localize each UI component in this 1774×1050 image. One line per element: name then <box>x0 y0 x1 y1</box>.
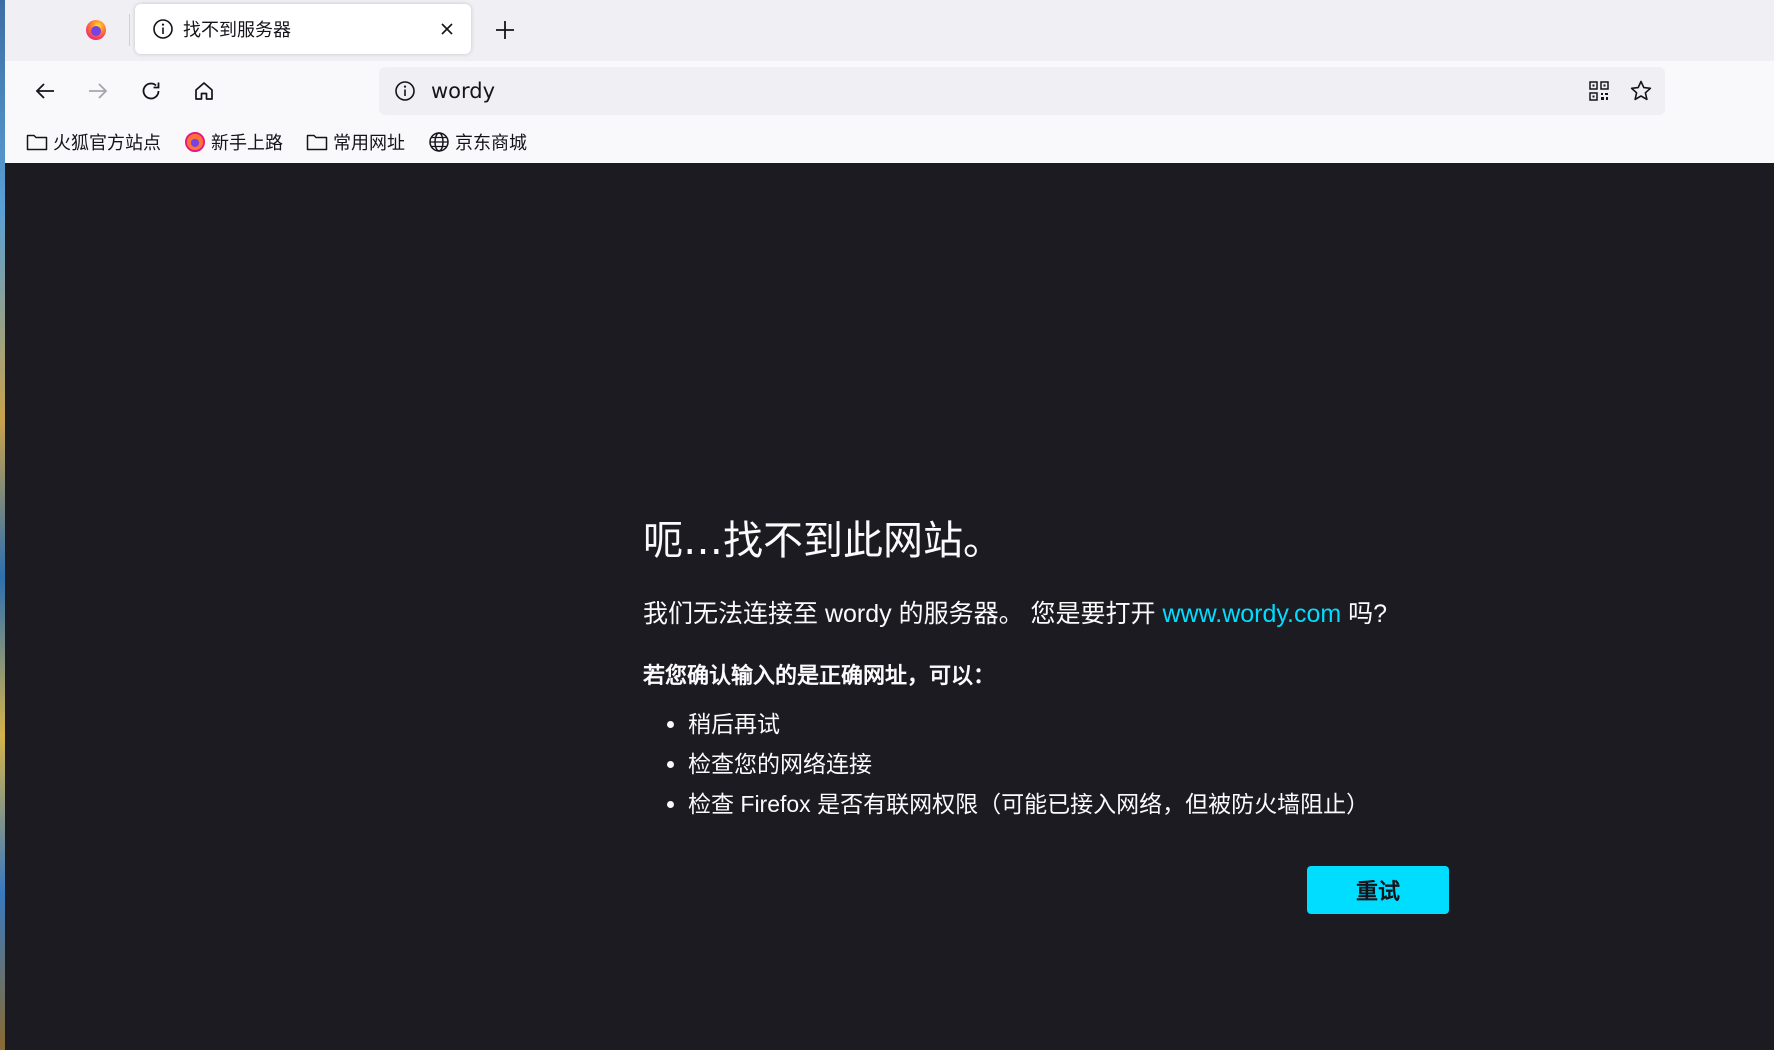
address-bar[interactable] <box>379 67 1665 115</box>
error-page: 呃…找不到此网站。 我们无法连接至 wordy 的服务器。 您是要打开 www.… <box>5 163 1774 1050</box>
firefox-icon <box>86 20 106 40</box>
list-item: 检查您的网络连接 <box>688 750 1463 779</box>
bookmark-jd-mall[interactable]: 京东商城 <box>421 126 533 158</box>
bookmark-label: 常用网址 <box>333 133 405 153</box>
error-description: 我们无法连接至 wordy 的服务器。 您是要打开 www.wordy.com … <box>643 594 1463 630</box>
folder-icon <box>25 130 49 154</box>
star-icon <box>1630 80 1652 101</box>
forward-button[interactable] <box>80 73 116 109</box>
browser-window: 找不到服务器 wordy 火狐官方站点 新手上路 常用网址 京东商城 呃…找不到… <box>5 0 1774 1050</box>
error-description-prefix: 我们无法连接至 wordy 的服务器。 您是要打开 <box>643 600 1163 628</box>
error-description-suffix: 吗? <box>1341 600 1388 628</box>
bookmark-getting-started[interactable]: 新手上路 <box>177 126 289 158</box>
navigation-toolbar <box>5 61 1774 121</box>
arrow-left-icon <box>35 83 54 99</box>
error-container: 呃…找不到此网站。 我们无法连接至 wordy 的服务器。 您是要打开 www.… <box>643 508 1463 830</box>
bookmark-star-button[interactable] <box>1623 73 1659 109</box>
bookmark-label: 京东商城 <box>455 133 527 153</box>
qr-code-button[interactable] <box>1581 73 1617 109</box>
bookmark-folder-firefox-sites[interactable]: 火狐官方站点 <box>19 126 167 158</box>
bookmarks-toolbar: 火狐官方站点 新手上路 常用网址 京东商城 <box>5 121 1774 163</box>
reload-button[interactable] <box>133 73 169 109</box>
folder-icon <box>305 130 329 154</box>
tab-strip: 找不到服务器 <box>5 0 1774 61</box>
list-item: 检查 Firefox 是否有联网权限（可能已接入网络，但被防火墙阻止） <box>688 790 1463 819</box>
home-button[interactable] <box>186 73 222 109</box>
site-info-button[interactable] <box>391 77 419 105</box>
arrow-right-icon <box>89 83 108 99</box>
info-icon <box>395 81 415 101</box>
plus-icon <box>496 21 514 39</box>
error-subheading: 若您确认输入的是正确网址，可以： <box>643 663 996 688</box>
firefox-icon <box>183 130 207 154</box>
list-item: 稍后再试 <box>688 710 1463 739</box>
tab-active[interactable]: 找不到服务器 <box>135 4 471 54</box>
bookmark-label: 火狐官方站点 <box>53 133 161 153</box>
home-icon <box>195 82 213 100</box>
info-icon <box>151 17 175 41</box>
new-tab-button[interactable] <box>487 12 523 48</box>
retry-button[interactable]: 重试 <box>1307 866 1449 914</box>
bookmark-folder-common-sites[interactable]: 常用网址 <box>299 126 411 158</box>
close-tab-button[interactable] <box>431 13 463 45</box>
error-title: 呃…找不到此网站。 <box>643 518 1003 564</box>
back-button[interactable] <box>27 73 63 109</box>
close-icon <box>441 23 453 35</box>
suggestion-list: 稍后再试 检查您的网络连接 检查 Firefox 是否有联网权限（可能已接入网络… <box>643 710 1463 819</box>
tab-separator <box>129 14 130 46</box>
bookmark-label: 新手上路 <box>211 133 283 153</box>
suggested-url-link[interactable]: www.wordy.com <box>1162 600 1341 628</box>
pinned-tab-firefox[interactable] <box>53 6 139 54</box>
globe-icon <box>427 130 451 154</box>
tab-title: 找不到服务器 <box>183 20 291 40</box>
reload-icon <box>142 82 160 100</box>
url-input[interactable] <box>429 78 1581 104</box>
qr-code-icon <box>1589 81 1609 101</box>
